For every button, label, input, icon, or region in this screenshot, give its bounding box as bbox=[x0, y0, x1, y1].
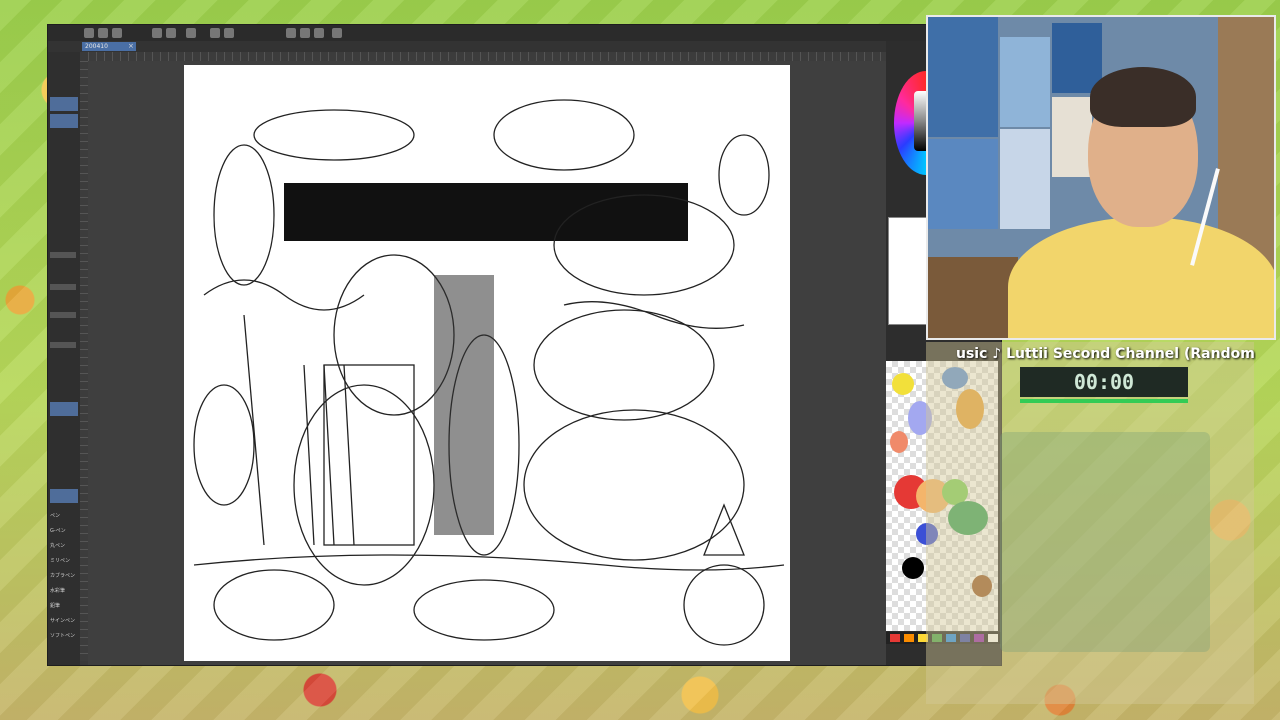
slider-row[interactable] bbox=[50, 312, 76, 318]
document-tab-bar bbox=[48, 41, 886, 52]
redo-icon[interactable] bbox=[166, 28, 176, 38]
brush-item[interactable]: ペン bbox=[50, 512, 78, 519]
tool-option[interactable] bbox=[50, 114, 78, 128]
vertical-ruler bbox=[80, 61, 88, 661]
clip-studio-window: 200410 × ペン G-ペン 丸ペン ミリペン カブラペン 水彩筆 鉛筆 サ… bbox=[47, 24, 1002, 666]
webcam-feed bbox=[926, 15, 1276, 340]
brush-icon[interactable] bbox=[210, 28, 220, 38]
close-icon[interactable]: × bbox=[128, 42, 136, 51]
brush-set-header[interactable] bbox=[50, 489, 78, 503]
music-ticker: usic ♪ Luttii Second Channel (Random S bbox=[926, 344, 1256, 364]
color-blob[interactable] bbox=[892, 373, 914, 395]
brush-item[interactable]: G-ペン bbox=[50, 527, 78, 534]
palette-swatch[interactable] bbox=[890, 634, 900, 642]
slider-row[interactable] bbox=[50, 342, 76, 348]
select-icon[interactable] bbox=[224, 28, 234, 38]
slider-row[interactable] bbox=[50, 284, 76, 290]
timer-display: 00:00 bbox=[1073, 370, 1135, 394]
undo-icon[interactable] bbox=[152, 28, 162, 38]
brush-item[interactable]: 水彩筆 bbox=[50, 587, 78, 594]
tool-selected[interactable] bbox=[50, 97, 78, 111]
transform-icon[interactable] bbox=[332, 28, 342, 38]
palette-swatch[interactable] bbox=[904, 634, 914, 642]
timer-widget: 00:00 bbox=[1020, 367, 1188, 397]
timer-progress bbox=[1020, 399, 1188, 403]
character-artwork bbox=[1000, 432, 1210, 652]
wall-poster bbox=[928, 139, 998, 229]
wall-poster bbox=[928, 17, 998, 137]
color-blob[interactable] bbox=[890, 431, 908, 453]
ruler-icon[interactable] bbox=[286, 28, 296, 38]
pen-icon[interactable] bbox=[300, 28, 310, 38]
tool-panel: ペン G-ペン 丸ペン ミリペン カブラペン 水彩筆 鉛筆 サインペン ソフトペ… bbox=[48, 52, 80, 665]
shelf bbox=[928, 257, 1018, 338]
slider-row[interactable] bbox=[50, 252, 76, 258]
horizontal-ruler bbox=[88, 52, 886, 61]
wall-poster bbox=[1052, 97, 1092, 177]
menu-toolbar bbox=[48, 25, 1001, 42]
brush-item[interactable]: 丸ペン bbox=[50, 542, 78, 549]
ticker-text: usic ♪ Luttii Second Channel (Random S bbox=[956, 346, 1256, 362]
wall-poster bbox=[1052, 23, 1102, 93]
brush-item[interactable]: ソフトペン bbox=[50, 632, 78, 639]
brush-item[interactable]: カブラペン bbox=[50, 572, 78, 579]
tool-option[interactable] bbox=[50, 402, 78, 416]
drawing-canvas[interactable] bbox=[184, 65, 790, 661]
color-blob[interactable] bbox=[902, 557, 924, 579]
settings-icon[interactable] bbox=[186, 28, 196, 38]
sketch-artwork bbox=[193, 99, 785, 646]
wall-poster bbox=[1000, 37, 1050, 127]
canvas-area[interactable] bbox=[88, 61, 886, 665]
new-icon[interactable] bbox=[84, 28, 94, 38]
open-icon[interactable] bbox=[98, 28, 108, 38]
line-icon[interactable] bbox=[314, 28, 324, 38]
save-icon[interactable] bbox=[112, 28, 122, 38]
person-hair bbox=[1090, 67, 1196, 127]
brush-item[interactable]: 鉛筆 bbox=[50, 602, 78, 609]
wall-poster bbox=[1000, 129, 1050, 229]
person-shirt bbox=[1008, 217, 1274, 338]
brush-item[interactable]: ミリペン bbox=[50, 557, 78, 564]
brush-item[interactable]: サインペン bbox=[50, 617, 78, 624]
